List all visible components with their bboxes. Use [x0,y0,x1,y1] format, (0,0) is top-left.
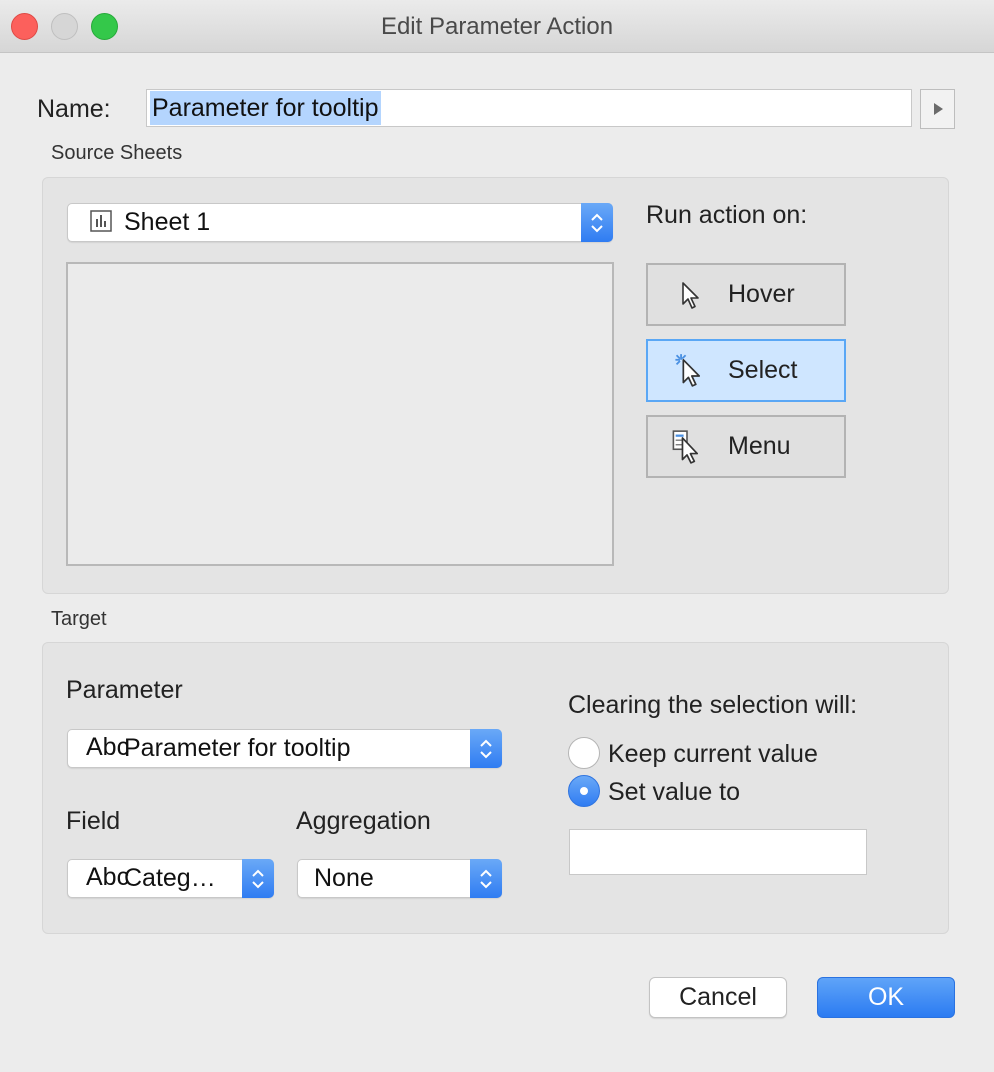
target-label: Target [51,608,107,630]
aggregation-label: Aggregation [296,807,431,835]
play-arrow-icon [933,103,943,115]
chevron-up-down-icon [591,213,603,232]
title-bar: Edit Parameter Action [0,0,994,53]
window-title: Edit Parameter Action [380,13,614,40]
set-value-to-label[interactable]: Set value to [608,778,740,807]
field-select[interactable]: Abc Categ… [67,859,274,898]
cancel-button[interactable]: Cancel [649,977,787,1018]
field-stepper[interactable] [242,859,274,898]
ok-button[interactable]: OK [817,977,955,1018]
source-sheets-label: Source Sheets [51,142,183,164]
run-action-hover-button[interactable]: Hover [646,263,846,326]
field-label: Field [66,807,121,835]
menu-cursor-icon [672,430,699,464]
aggregation-value: None [314,864,374,892]
keep-current-value-label[interactable]: Keep current value [608,740,818,769]
chevron-up-down-icon [252,869,264,888]
hover-cursor-icon [682,282,699,309]
select-cursor-icon [675,354,701,387]
set-value-input[interactable] [569,829,867,875]
aggregation-stepper[interactable] [470,859,502,898]
clearing-selection-label: Clearing the selection will: [568,691,858,719]
string-type-icon: Abc [86,863,130,891]
source-sheet-value: Sheet 1 [124,208,211,236]
aggregation-select[interactable]: None [297,859,502,898]
run-action-hover-label: Hover [728,280,795,308]
run-action-select-button[interactable]: Select [646,339,846,402]
name-input-value[interactable]: Parameter for tooltip [150,91,381,125]
parameter-select[interactable]: Abc Parameter for tooltip [67,729,502,768]
run-action-select-label: Select [728,356,798,384]
source-sheet-stepper[interactable] [581,203,613,242]
field-value: Categ… [124,864,216,892]
source-sheets-list[interactable] [66,262,614,566]
set-value-to-radio[interactable] [568,775,600,807]
run-action-menu-label: Menu [728,432,791,460]
edit-parameter-action-dialog: Edit Parameter Action Name: Parameter fo… [0,0,994,1072]
parameter-stepper[interactable] [470,729,502,768]
keep-current-value-radio[interactable] [568,737,600,769]
run-action-label: Run action on: [646,201,808,229]
name-label: Name: [37,95,111,123]
string-type-icon: Abc [86,733,130,761]
parameter-label: Parameter [66,676,183,704]
source-sheet-select[interactable]: Sheet 1 [67,203,613,242]
run-action-menu-button[interactable]: Menu [646,415,846,478]
chevron-up-down-icon [480,739,492,758]
chevron-up-down-icon [480,869,492,888]
bar-chart-icon [90,210,112,232]
insert-menu-button[interactable] [920,89,955,129]
parameter-value: Parameter for tooltip [124,734,351,762]
